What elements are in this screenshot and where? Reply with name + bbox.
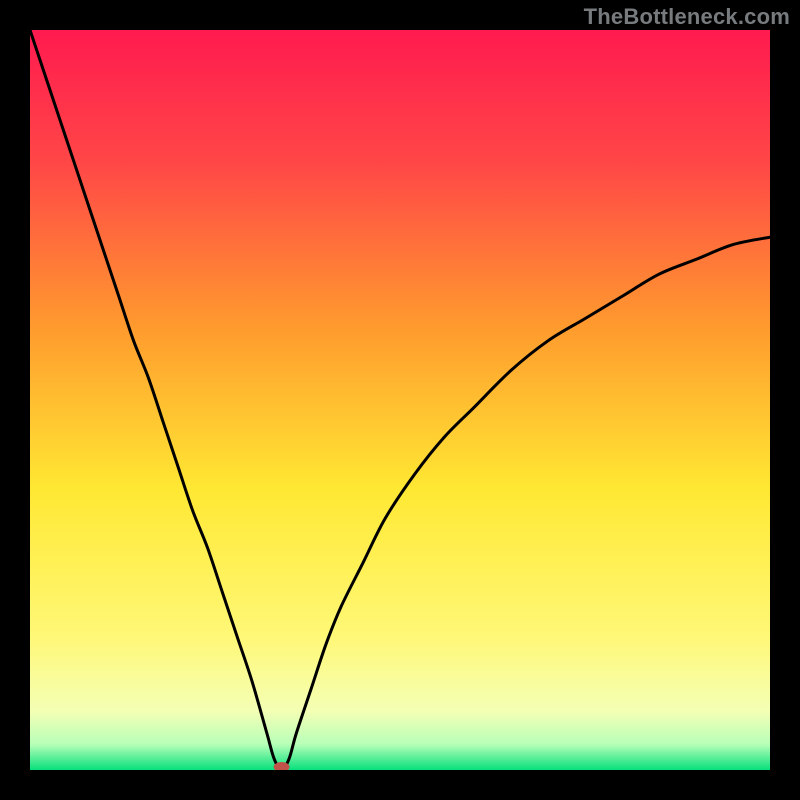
plot-area: [30, 30, 770, 770]
chart-svg: [30, 30, 770, 770]
watermark-text: TheBottleneck.com: [584, 4, 790, 30]
chart-frame: TheBottleneck.com: [0, 0, 800, 800]
gradient-background: [30, 30, 770, 770]
